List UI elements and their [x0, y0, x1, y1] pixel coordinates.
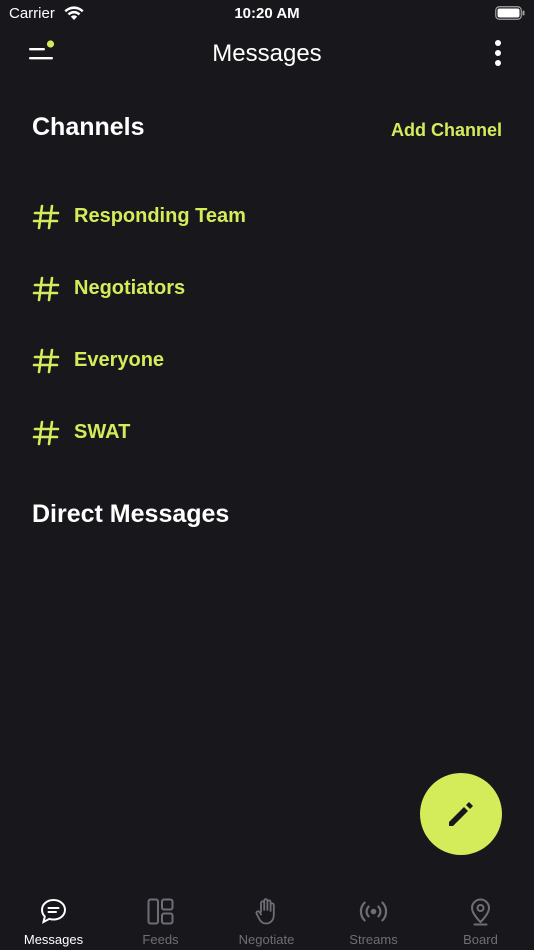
channel-item-negotiators[interactable]: Negotiators	[32, 273, 502, 313]
tab-streams[interactable]: Streams	[320, 885, 427, 950]
add-channel-button[interactable]: Add Channel	[391, 120, 502, 141]
hashtag-icon	[32, 276, 60, 302]
tab-messages[interactable]: Messages	[0, 885, 107, 950]
battery-icon	[495, 6, 525, 20]
vertical-ellipsis-icon[interactable]	[492, 39, 504, 69]
channel-label: Negotiators	[74, 277, 186, 299]
hashtag-icon	[32, 204, 60, 230]
tab-label: Negotiate	[238, 932, 295, 947]
channel-item-swat[interactable]: SWAT	[32, 417, 502, 457]
tab-board[interactable]: Board	[427, 885, 534, 950]
tab-label: Board	[463, 932, 498, 947]
tab-label: Streams	[349, 932, 398, 947]
pencil-icon	[449, 802, 473, 826]
channel-item-responding-team[interactable]: Responding Team	[32, 201, 502, 241]
menu-with-dot-icon[interactable]	[26, 38, 58, 68]
clock: 10:20 AM	[234, 5, 300, 22]
channel-item-everyone[interactable]: Everyone	[32, 345, 502, 385]
map-pin-icon	[470, 898, 491, 926]
tab-label: Messages	[23, 932, 84, 947]
broadcast-icon	[359, 901, 388, 922]
hashtag-icon	[32, 348, 60, 374]
grid-icon	[147, 898, 174, 925]
channel-label: Everyone	[74, 349, 165, 371]
hand-icon	[255, 898, 275, 925]
direct-messages-heading: Direct Messages	[32, 500, 230, 528]
navigation-bar: Messages	[0, 28, 534, 80]
channels-heading: Channels	[32, 113, 145, 141]
tab-feeds[interactable]: Feeds	[107, 885, 214, 950]
tab-negotiate[interactable]: Negotiate	[213, 885, 320, 950]
compose-button[interactable]	[420, 773, 502, 855]
tab-bar: Messages Feeds Negotiate Streams Board	[0, 885, 534, 950]
channel-label: Responding Team	[74, 205, 246, 227]
tab-label: Feeds	[142, 932, 179, 947]
page-title: Messages	[212, 40, 322, 67]
chat-bubble-icon	[40, 898, 67, 924]
hashtag-icon	[32, 420, 60, 446]
status-bar: Carrier 10:20 AM	[0, 0, 534, 28]
channel-label: SWAT	[74, 421, 131, 443]
messages-screen: Carrier 10:20 AM Messages Channels Add C…	[0, 0, 534, 950]
